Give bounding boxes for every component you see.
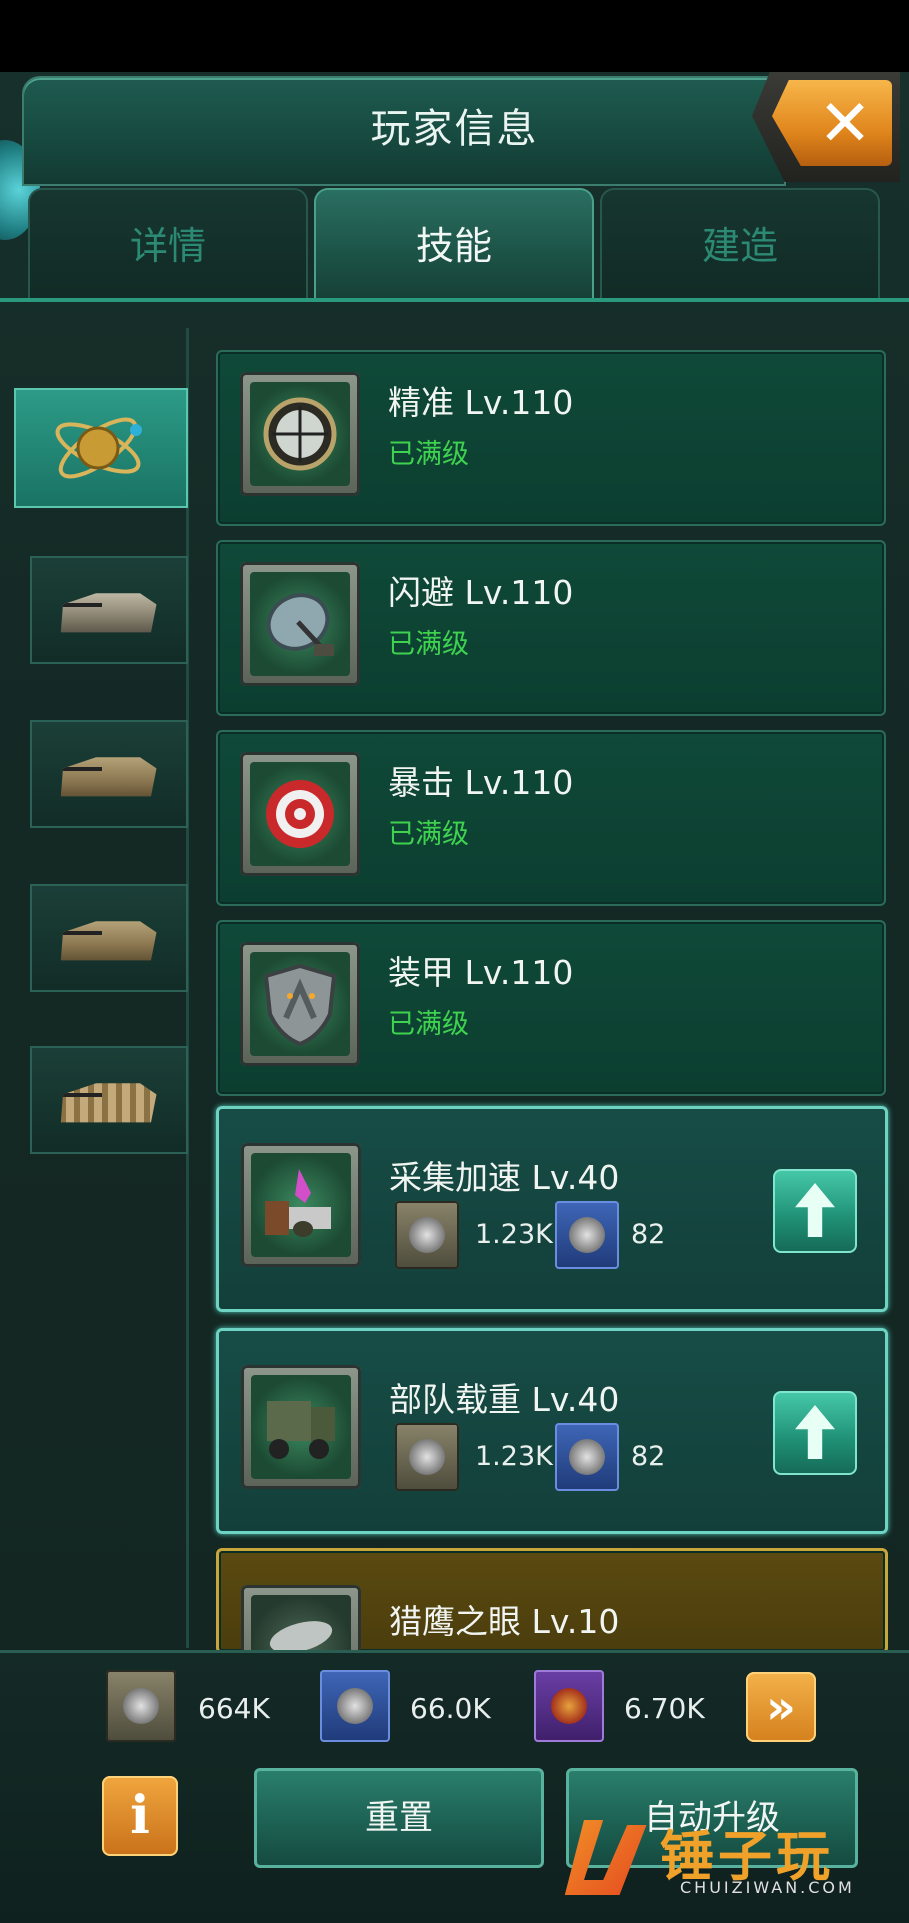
skill-card[interactable]: 精准 Lv.110 已满级	[216, 350, 886, 526]
info-icon: i	[130, 1785, 150, 1846]
sidebar-item-rocket[interactable]	[30, 1046, 188, 1154]
skill-name: 闪避 Lv.110	[388, 573, 574, 612]
skill-card[interactable]: 装甲 Lv.110 已满级	[216, 920, 886, 1096]
skill-card-upgradable[interactable]: 部队载重 Lv.40 1.23K 82	[216, 1328, 888, 1534]
medal-helmet-icon	[555, 1423, 619, 1491]
sidebar-item-tank[interactable]	[30, 556, 188, 664]
cost-medal-1: 1.23K	[475, 1219, 553, 1250]
reset-button[interactable]: 重置	[254, 1768, 544, 1868]
truck-icon	[267, 1401, 335, 1459]
arrow-up-icon	[795, 1183, 835, 1237]
skill-card-upgradable[interactable]: 采集加速 Lv.40 1.23K 82	[216, 1106, 888, 1312]
skill-card[interactable]: 闪避 Lv.110 已满级	[216, 540, 886, 716]
radar-icon	[266, 593, 334, 656]
crosshair-icon	[263, 397, 337, 471]
tab-details[interactable]: 详情	[28, 188, 308, 302]
upgrade-button[interactable]	[773, 1391, 857, 1475]
skill-card[interactable]: 暴击 Lv.110 已满级	[216, 730, 886, 906]
cost-medal-2: 82	[631, 1441, 666, 1472]
cost-medal-1: 1.23K	[475, 1441, 553, 1472]
skill-status: 已满级	[388, 629, 469, 660]
tab-skills[interactable]: 技能	[314, 188, 594, 302]
sidebar-item-artillery[interactable]	[30, 884, 188, 992]
skill-name: 暴击 Lv.110	[388, 763, 574, 802]
skill-status: 已满级	[388, 819, 469, 850]
satellite-dish-icon	[269, 1621, 333, 1651]
chuiziwan-logo-icon	[564, 1820, 647, 1895]
medal-cross-icon	[534, 1670, 604, 1742]
skill-status: 已满级	[388, 1009, 469, 1040]
medal-skull-icon	[106, 1670, 176, 1742]
status-bar	[0, 0, 909, 72]
artillery-icon	[60, 921, 157, 961]
medal-helmet-icon	[320, 1670, 390, 1742]
medal-skull-icon	[395, 1423, 459, 1491]
skill-name: 精准 Lv.110	[388, 383, 574, 422]
camo-tank-icon	[60, 757, 157, 797]
share-button[interactable]: »	[746, 1672, 816, 1742]
skill-status: 已满级	[388, 439, 469, 470]
tab-underline	[0, 298, 909, 302]
watermark: 锤子玩 CHUIZIWAN.COM	[560, 1800, 900, 1910]
tank-icon	[60, 593, 157, 633]
medal-skull-icon	[395, 1201, 459, 1269]
resource-medal-3: 6.70K	[624, 1692, 705, 1725]
watermark-sub: CHUIZIWAN.COM	[680, 1878, 855, 1897]
skill-name: 装甲 Lv.110	[388, 953, 574, 992]
cost-medal-2: 82	[631, 1219, 666, 1250]
arrow-up-icon	[795, 1405, 835, 1459]
skill-name: 猎鹰之眼 Lv.10	[389, 1602, 620, 1641]
forward-arrow-icon: »	[766, 1680, 796, 1734]
armor-shield-icon	[263, 963, 337, 1046]
atom-globe-icon	[55, 417, 142, 479]
sidebar-item-general[interactable]	[14, 388, 188, 508]
skill-name: 部队载重 Lv.40	[389, 1380, 620, 1419]
medal-helmet-icon	[555, 1201, 619, 1269]
rocket-launcher-icon	[60, 1083, 157, 1123]
skill-name: 采集加速 Lv.40	[389, 1158, 620, 1197]
sidebar-item-camo-tank[interactable]	[30, 720, 188, 828]
resource-medal-1: 664K	[198, 1692, 270, 1725]
resource-medal-2: 66.0K	[410, 1692, 491, 1725]
upgrade-button[interactable]	[773, 1169, 857, 1253]
resources-icon	[265, 1169, 331, 1237]
close-icon[interactable]: ✕	[800, 84, 890, 164]
tab-build[interactable]: 建造	[600, 188, 880, 302]
target-icon	[266, 780, 334, 848]
skill-card-locked[interactable]: 猎鹰之眼 Lv.10	[216, 1548, 888, 1654]
info-button[interactable]: i	[102, 1776, 178, 1856]
